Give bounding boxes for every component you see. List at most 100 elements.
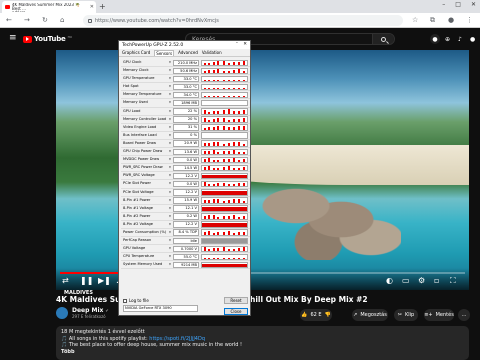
star-icon[interactable]: ☆ [412, 16, 418, 24]
youtube-logo[interactable]: YouTube HU [23, 35, 72, 43]
sensor-dropdown-icon[interactable]: ▼ [169, 191, 171, 194]
sensor-dropdown-icon[interactable]: ▼ [169, 150, 171, 153]
more-actions-button[interactable]: … [458, 309, 470, 321]
settings-gear-icon[interactable]: ⚙ [418, 276, 425, 285]
sensor-label: GPU Temperature [123, 76, 155, 81]
sensor-dropdown-icon[interactable]: ▼ [169, 118, 171, 121]
microphone-icon[interactable]: ● [430, 34, 440, 44]
next-icon[interactable]: ▶❚ [98, 276, 111, 285]
sensor-dropdown-icon[interactable]: ▼ [169, 247, 171, 250]
graph-bar [204, 247, 206, 252]
sensor-dropdown-icon[interactable]: ▼ [169, 93, 171, 96]
menu-icon[interactable]: ⋮ [466, 16, 473, 24]
log-label: Log to file [129, 298, 149, 303]
sensor-dropdown-icon[interactable]: ▼ [169, 199, 171, 202]
reload-icon[interactable]: ↻ [42, 16, 48, 24]
graph-bar [223, 216, 225, 219]
close-button[interactable]: Close [224, 308, 248, 315]
notifications-icon[interactable]: ♪ [458, 36, 462, 43]
sensor-dropdown-icon[interactable]: ▼ [169, 134, 171, 137]
close-tab-icon[interactable]: ✕ [90, 4, 94, 10]
hamburger-menu-icon[interactable]: ≡ [9, 34, 17, 43]
sensor-dropdown-icon[interactable]: ▼ [169, 110, 171, 113]
device-select[interactable]: NVIDIA GeForce RTX 3090 [123, 305, 198, 312]
sensor-dropdown-icon[interactable]: ▼ [169, 174, 171, 177]
url-field[interactable]: https://www.youtube.com/watch?v=0hrdNvXm… [83, 15, 403, 26]
back-icon[interactable]: ← [6, 16, 12, 24]
miniplayer-icon[interactable]: ▫ [434, 276, 439, 285]
sensor-dropdown-icon[interactable]: ▼ [169, 215, 171, 218]
graph-bar [213, 80, 215, 82]
sensor-value: 0.2 W [173, 213, 199, 220]
sensor-row: GPU Voltage ▼ 0.7000 V [121, 245, 250, 254]
graph-bar [217, 167, 219, 171]
graph-bar [223, 71, 225, 74]
sensor-dropdown-icon[interactable]: ▼ [169, 101, 171, 104]
gpuz-minimize-icon[interactable]: – [236, 41, 238, 46]
like-button[interactable]: 👍 62 E 👎 [300, 309, 332, 321]
save-button[interactable]: ≡+ Mentés [424, 309, 454, 321]
browser-tab[interactable]: 4K Maldives Summer Mix 2023 🌴 Best ... a… [2, 1, 96, 13]
sensor-dropdown-icon[interactable]: ▼ [169, 207, 171, 210]
avatar[interactable]: ● [470, 36, 475, 43]
sensor-label: Video Engine Load [123, 124, 157, 129]
tab-advanced[interactable]: Advanced [178, 50, 198, 55]
search-button[interactable] [372, 34, 394, 44]
sensor-dropdown-icon[interactable]: ▼ [169, 239, 171, 242]
maximize-icon[interactable]: □ [455, 1, 461, 8]
sensor-dropdown-icon[interactable]: ▼ [169, 142, 171, 145]
gpuz-close-icon[interactable]: ✕ [243, 42, 247, 47]
clip-button[interactable]: ✂ Klip [394, 309, 418, 321]
sensor-dropdown-icon[interactable]: ▼ [169, 158, 171, 161]
url-text: https://www.youtube.com/watch?v=0hrdNvXm… [95, 17, 219, 24]
graph-bar [223, 110, 225, 114]
sensor-dropdown-icon[interactable]: ▼ [169, 61, 171, 64]
lock-icon [88, 18, 92, 23]
graph-bar [243, 104, 245, 106]
close-window-icon[interactable]: ✕ [471, 1, 476, 8]
reset-button[interactable]: Reset [224, 297, 248, 304]
graph-bar [233, 111, 235, 114]
create-icon[interactable]: ⊕ [445, 36, 450, 43]
graph-bar [223, 125, 225, 130]
channel-avatar[interactable] [56, 307, 68, 319]
extensions-icon[interactable]: ⧉ [430, 16, 435, 25]
show-more-link[interactable]: Több [61, 349, 464, 356]
minimize-icon[interactable]: – [442, 1, 445, 8]
graph-bar [208, 111, 210, 114]
sensor-dropdown-icon[interactable]: ▼ [169, 77, 171, 80]
fullscreen-icon[interactable]: ⛶ [450, 276, 456, 285]
tab-sensors[interactable]: Sensors [154, 49, 175, 56]
playlist-link[interactable]: https://spoti.fi/2JJjJ4Dq [149, 336, 205, 342]
graph-bar [243, 110, 245, 114]
sensor-dropdown-icon[interactable]: ▼ [169, 85, 171, 88]
previous-icon[interactable]: ⇄ [62, 276, 69, 285]
graph-bar [204, 258, 206, 260]
sensor-dropdown-icon[interactable]: ▼ [169, 69, 171, 72]
sensor-dropdown-icon[interactable]: ▼ [169, 166, 171, 169]
share-button[interactable]: ↗ Megosztás [352, 309, 388, 321]
forward-icon[interactable]: → [24, 16, 30, 24]
home-icon[interactable]: ⌂ [60, 16, 64, 24]
graph-bar [204, 63, 206, 65]
sensor-value: 0.0 W [173, 180, 199, 188]
sensor-dropdown-icon[interactable]: ▼ [169, 263, 171, 266]
captions-icon[interactable]: ▭ [402, 276, 410, 285]
channel-name[interactable]: Deep Mix [72, 307, 103, 314]
sensor-dropdown-icon[interactable]: ▼ [169, 231, 171, 234]
profile-icon[interactable]: ● [448, 16, 454, 24]
thumbs-down-icon: 👎 [324, 312, 331, 318]
play-pause-icon[interactable]: ❚❚ [80, 276, 93, 285]
sensor-dropdown-icon[interactable]: ▼ [169, 223, 171, 226]
tab-validation[interactable]: Validation [202, 50, 222, 55]
sensor-dropdown-icon[interactable]: ▼ [169, 255, 171, 258]
sensor-dropdown-icon[interactable]: ▼ [169, 182, 171, 185]
new-tab-icon[interactable]: + [99, 2, 106, 11]
video-description[interactable]: 18 M megtekintés 1 évvel ezelőtt 🎵 All s… [56, 326, 469, 360]
youtube-favicon-icon [5, 5, 10, 9]
tab-graphics-card[interactable]: Graphics Card [122, 50, 150, 55]
graph-bar [228, 258, 230, 260]
graph-bar [223, 159, 225, 163]
autoplay-toggle-icon[interactable]: ◐ [386, 276, 393, 285]
sensor-dropdown-icon[interactable]: ▼ [169, 126, 171, 129]
